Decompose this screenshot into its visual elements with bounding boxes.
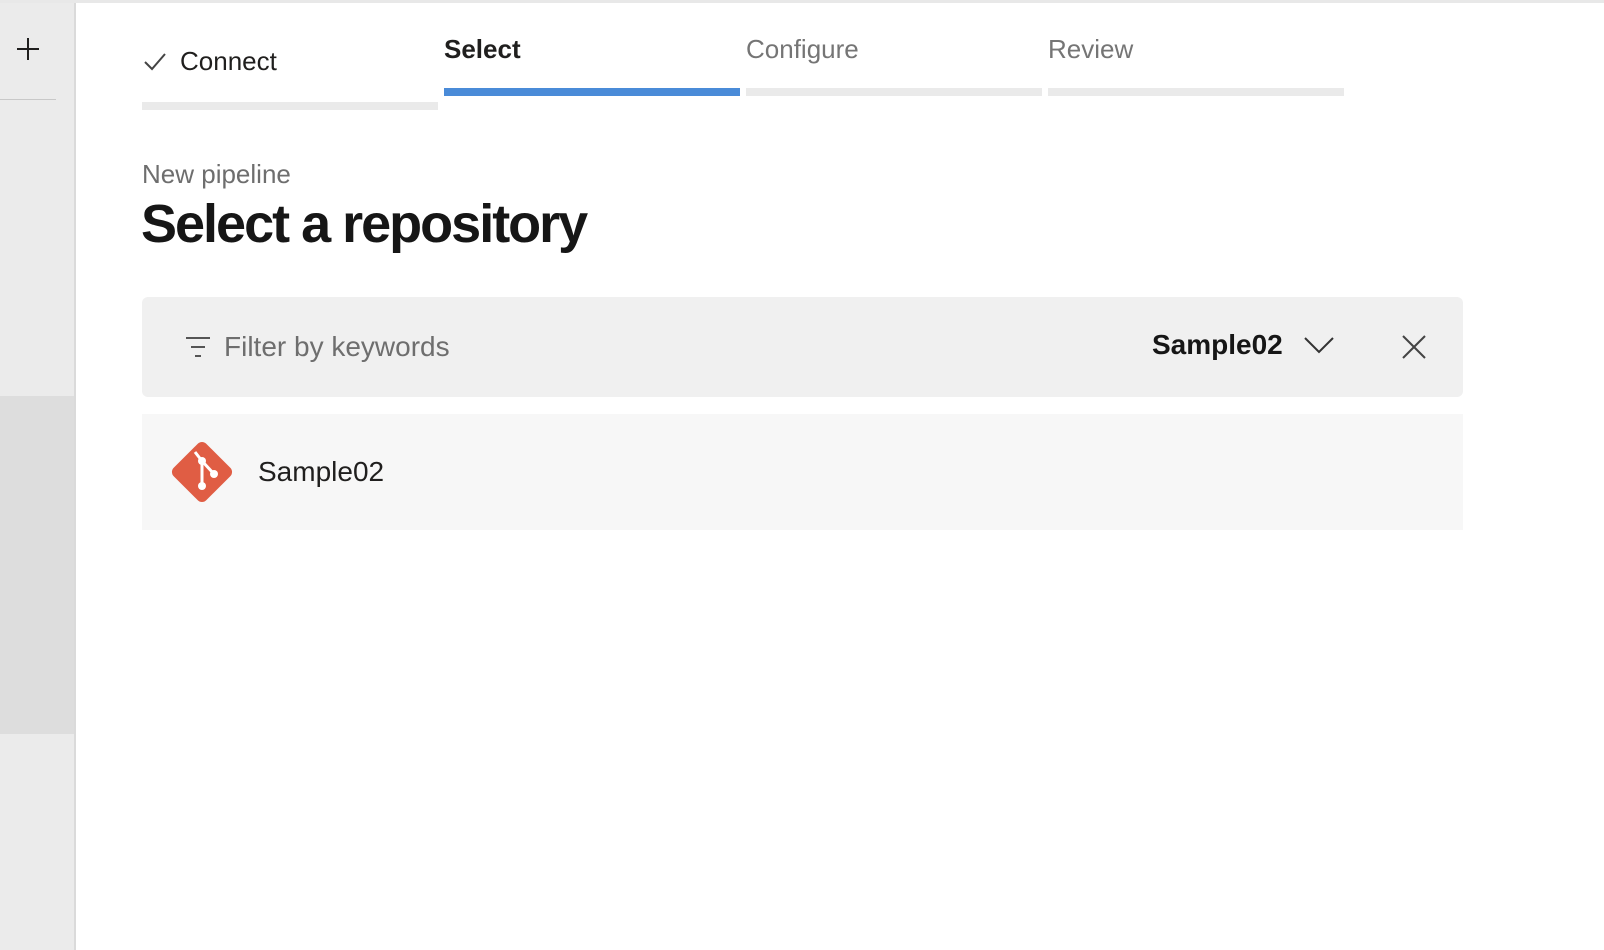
filter-input[interactable] [224, 327, 984, 367]
filter-bar: Sample02 [142, 297, 1463, 397]
step-review-bar [1048, 88, 1344, 96]
step-select-label: Select [444, 34, 521, 64]
step-connect[interactable]: Connect [142, 34, 438, 110]
organization-dropdown[interactable]: Sample02 [1152, 323, 1335, 367]
step-review[interactable]: Review [1048, 34, 1344, 96]
step-configure[interactable]: Configure [746, 34, 1042, 96]
rail-divider [0, 99, 56, 100]
close-icon [1402, 335, 1426, 359]
page-subtitle: New pipeline [142, 159, 291, 189]
check-icon [144, 53, 166, 71]
top-border [0, 0, 1604, 3]
repository-list-item[interactable]: Sample02 [142, 414, 1463, 530]
left-rail [0, 3, 76, 950]
step-connect-label: Connect [180, 46, 277, 76]
git-icon [171, 441, 233, 503]
plus-icon [17, 38, 39, 60]
step-connect-bar [142, 102, 438, 110]
repository-name: Sample02 [258, 456, 385, 487]
page-title: Select a repository [141, 194, 588, 254]
step-select[interactable]: Select [444, 34, 740, 96]
chevron-down-icon [1304, 337, 1334, 354]
step-review-label: Review [1048, 34, 1134, 64]
clear-filter-button[interactable] [1394, 327, 1434, 367]
filter-icon [186, 337, 210, 357]
rail-selected-item[interactable] [0, 396, 74, 734]
organization-label: Sample02 [1152, 329, 1283, 360]
step-configure-label: Configure [746, 34, 859, 64]
step-configure-bar [746, 88, 1042, 96]
step-select-bar [444, 88, 740, 96]
add-button[interactable] [8, 29, 48, 69]
